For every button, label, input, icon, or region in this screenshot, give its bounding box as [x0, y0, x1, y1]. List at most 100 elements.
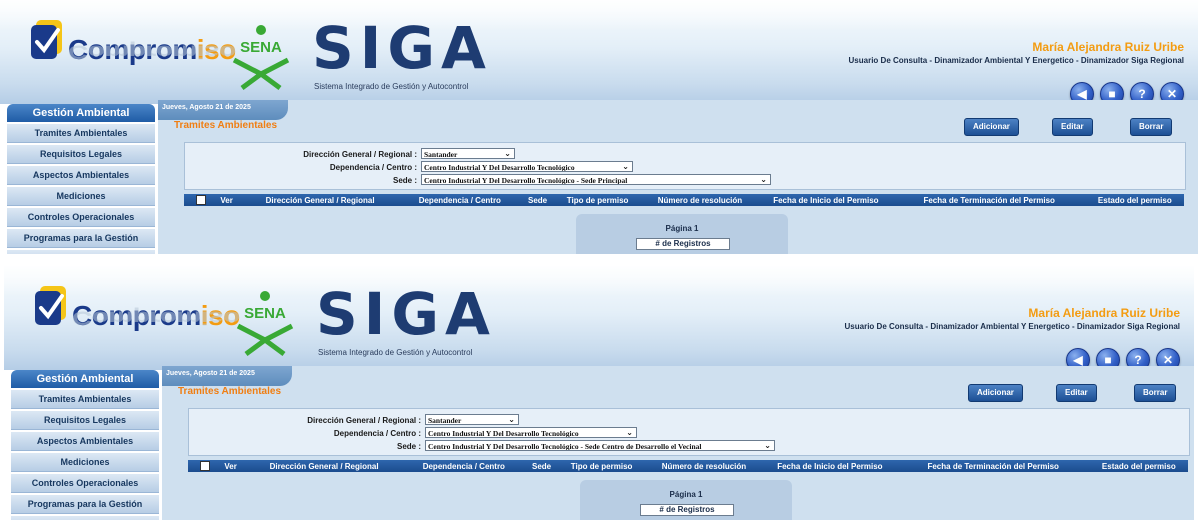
compromiso-reflection: Compromiso [68, 41, 236, 63]
app-window-1: Compromiso Compromiso SENA SIGA Sistema … [0, 0, 1198, 254]
main-content: Jueves, Agosto 21 de 2025 Tramites Ambie… [162, 366, 1194, 520]
edit-button[interactable]: Editar [1052, 118, 1093, 136]
regional-select[interactable]: Santander ⌄ [421, 148, 515, 159]
app-header: Compromiso Compromiso SENA SIGA Sistema … [0, 0, 1198, 106]
delete-button[interactable]: Borrar [1130, 118, 1173, 136]
sidebar-item[interactable]: Programas para la Gestión [7, 229, 155, 248]
select-all-checkbox[interactable] [200, 461, 210, 471]
sena-logo: SENA [236, 291, 294, 356]
results-table-header: Ver Dirección General / Regional Dependenc… [188, 460, 1188, 472]
site-label: Sede : [396, 442, 421, 451]
edit-button[interactable]: Editar [1056, 384, 1097, 402]
column-header[interactable]: Sede [525, 462, 558, 471]
site-select[interactable]: Centro Industrial Y Del Desarrollo Tecno… [421, 174, 771, 185]
sidebar-item[interactable]: Programas para la Gestión [11, 495, 159, 514]
chevron-down-icon: ⌄ [508, 415, 515, 424]
sidebar-item[interactable]: Controles Operacionales [11, 474, 159, 493]
user-role: Usuario De Consulta - Dinamizador Ambien… [844, 322, 1180, 331]
column-header[interactable]: Fecha de Inicio del Permiso [759, 196, 893, 205]
sidebar-item[interactable]: Inversiones Ambientales [11, 516, 159, 520]
compromiso-badge-icon [35, 286, 66, 325]
pager: Página 1 # de Registros [580, 480, 792, 520]
sidebar-item[interactable]: Requisitos Legales [11, 411, 159, 430]
siga-logo: SIGA Sistema Integrado de Gestión y Auto… [316, 280, 496, 357]
column-header[interactable]: Fecha de Terminación del Permiso [893, 196, 1086, 205]
sena-logo: SENA [232, 25, 290, 90]
app-header: Compromiso Compromiso SENA SIGA Sistema … [4, 266, 1194, 372]
column-header[interactable]: Tipo de permiso [554, 196, 641, 205]
center-select[interactable]: Centro Industrial Y Del Desarrollo Tecno… [421, 161, 633, 172]
page-title: Tramites Ambientales [174, 120, 278, 131]
app-window-2: Compromiso Compromiso SENA SIGA Sistema … [4, 266, 1194, 520]
center-label: Dependencia / Centro : [333, 429, 421, 438]
add-button[interactable]: Adicionar [968, 384, 1023, 402]
date-tab: Jueves, Agosto 21 de 2025 [158, 100, 288, 120]
svg-text:SENA: SENA [244, 305, 286, 322]
sidebar: Gestión Ambiental Tramites Ambientales Re… [11, 370, 159, 520]
user-info: María Alejandra Ruiz Uribe Usuario De Co… [820, 306, 1180, 332]
sidebar-item[interactable]: Controles Operacionales [7, 208, 155, 227]
page-indicator: Página 1 [665, 224, 699, 233]
column-header[interactable]: Número de resolución [645, 462, 763, 471]
chevron-down-icon: ⌄ [504, 149, 511, 158]
compromiso-reflection: Compromiso [72, 307, 240, 329]
filter-panel: Dirección General / Regional : Santander… [184, 142, 1186, 190]
pager: Página 1 # de Registros [576, 214, 788, 254]
sidebar-item[interactable]: Inversiones Ambientales [7, 250, 155, 254]
sidebar-header: Gestión Ambiental [11, 370, 159, 388]
column-header[interactable]: Ver [212, 196, 242, 205]
sidebar: Gestión Ambiental Tramites Ambientales Re… [7, 104, 155, 254]
column-header[interactable]: Fecha de Inicio del Permiso [763, 462, 897, 471]
column-header[interactable]: Dirección General / Regional [241, 196, 398, 205]
column-header[interactable]: Ver [216, 462, 246, 471]
column-header[interactable]: Tipo de permiso [558, 462, 645, 471]
compromiso-logo: Compromiso Compromiso [28, 14, 236, 86]
page-indicator: Página 1 [669, 490, 703, 499]
siga-logo: SIGA Sistema Integrado de Gestión y Auto… [312, 14, 492, 91]
user-name: María Alejandra Ruiz Uribe [1032, 40, 1184, 54]
column-header[interactable]: Sede [521, 196, 554, 205]
sidebar-item[interactable]: Requisitos Legales [7, 145, 155, 164]
column-header[interactable]: Dependencia / Centro [403, 462, 525, 471]
main-content: Jueves, Agosto 21 de 2025 Tramites Ambie… [158, 100, 1198, 254]
chevron-down-icon: ⌄ [622, 162, 629, 171]
chevron-down-icon: ⌄ [760, 175, 767, 184]
compromiso-badge-icon [31, 20, 62, 59]
sidebar-item[interactable]: Mediciones [7, 187, 155, 206]
page-title: Tramites Ambientales [178, 386, 282, 397]
column-header[interactable]: Dependencia / Centro [399, 196, 521, 205]
regional-label: Dirección General / Regional : [303, 150, 417, 159]
filter-panel: Dirección General / Regional : Santander… [188, 408, 1190, 456]
sidebar-item[interactable]: Mediciones [11, 453, 159, 472]
current-date: Jueves, Agosto 21 de 2025 [166, 370, 255, 377]
sidebar-item[interactable]: Tramites Ambientales [7, 124, 155, 143]
sidebar-item[interactable]: Tramites Ambientales [11, 390, 159, 409]
delete-button[interactable]: Borrar [1134, 384, 1177, 402]
center-select[interactable]: Centro Industrial Y Del Desarrollo Tecno… [425, 427, 637, 438]
column-header[interactable]: Fecha de Terminación del Permiso [897, 462, 1090, 471]
column-header[interactable]: Número de resolución [641, 196, 759, 205]
column-header[interactable]: Dirección General / Regional [245, 462, 402, 471]
svg-text:SENA: SENA [240, 39, 282, 56]
user-info: María Alejandra Ruiz Uribe Usuario De Co… [824, 40, 1184, 66]
records-count-field[interactable]: # de Registros [636, 238, 730, 250]
site-select[interactable]: Centro Industrial Y Del Desarrollo Tecno… [425, 440, 775, 451]
chevron-down-icon: ⌄ [626, 428, 633, 437]
select-all-checkbox[interactable] [196, 195, 206, 205]
sidebar-header: Gestión Ambiental [7, 104, 155, 122]
sidebar-item[interactable]: Aspectos Ambientales [7, 166, 155, 185]
center-label: Dependencia / Centro : [329, 163, 417, 172]
regional-select[interactable]: Santander ⌄ [425, 414, 519, 425]
compromiso-logo: Compromiso Compromiso [32, 280, 240, 352]
user-name: María Alejandra Ruiz Uribe [1028, 306, 1180, 320]
results-table-header: Ver Dirección General / Regional Dependenc… [184, 194, 1184, 206]
current-date: Jueves, Agosto 21 de 2025 [162, 104, 251, 111]
sidebar-item[interactable]: Aspectos Ambientales [11, 432, 159, 451]
date-tab: Jueves, Agosto 21 de 2025 [162, 366, 292, 386]
add-button[interactable]: Adicionar [964, 118, 1019, 136]
records-count-field[interactable]: # de Registros [640, 504, 734, 516]
column-header[interactable]: Estado del permiso [1086, 196, 1184, 205]
column-header[interactable]: Estado del permiso [1090, 462, 1188, 471]
chevron-down-icon: ⌄ [764, 441, 771, 450]
user-role: Usuario De Consulta - Dinamizador Ambien… [848, 56, 1184, 65]
